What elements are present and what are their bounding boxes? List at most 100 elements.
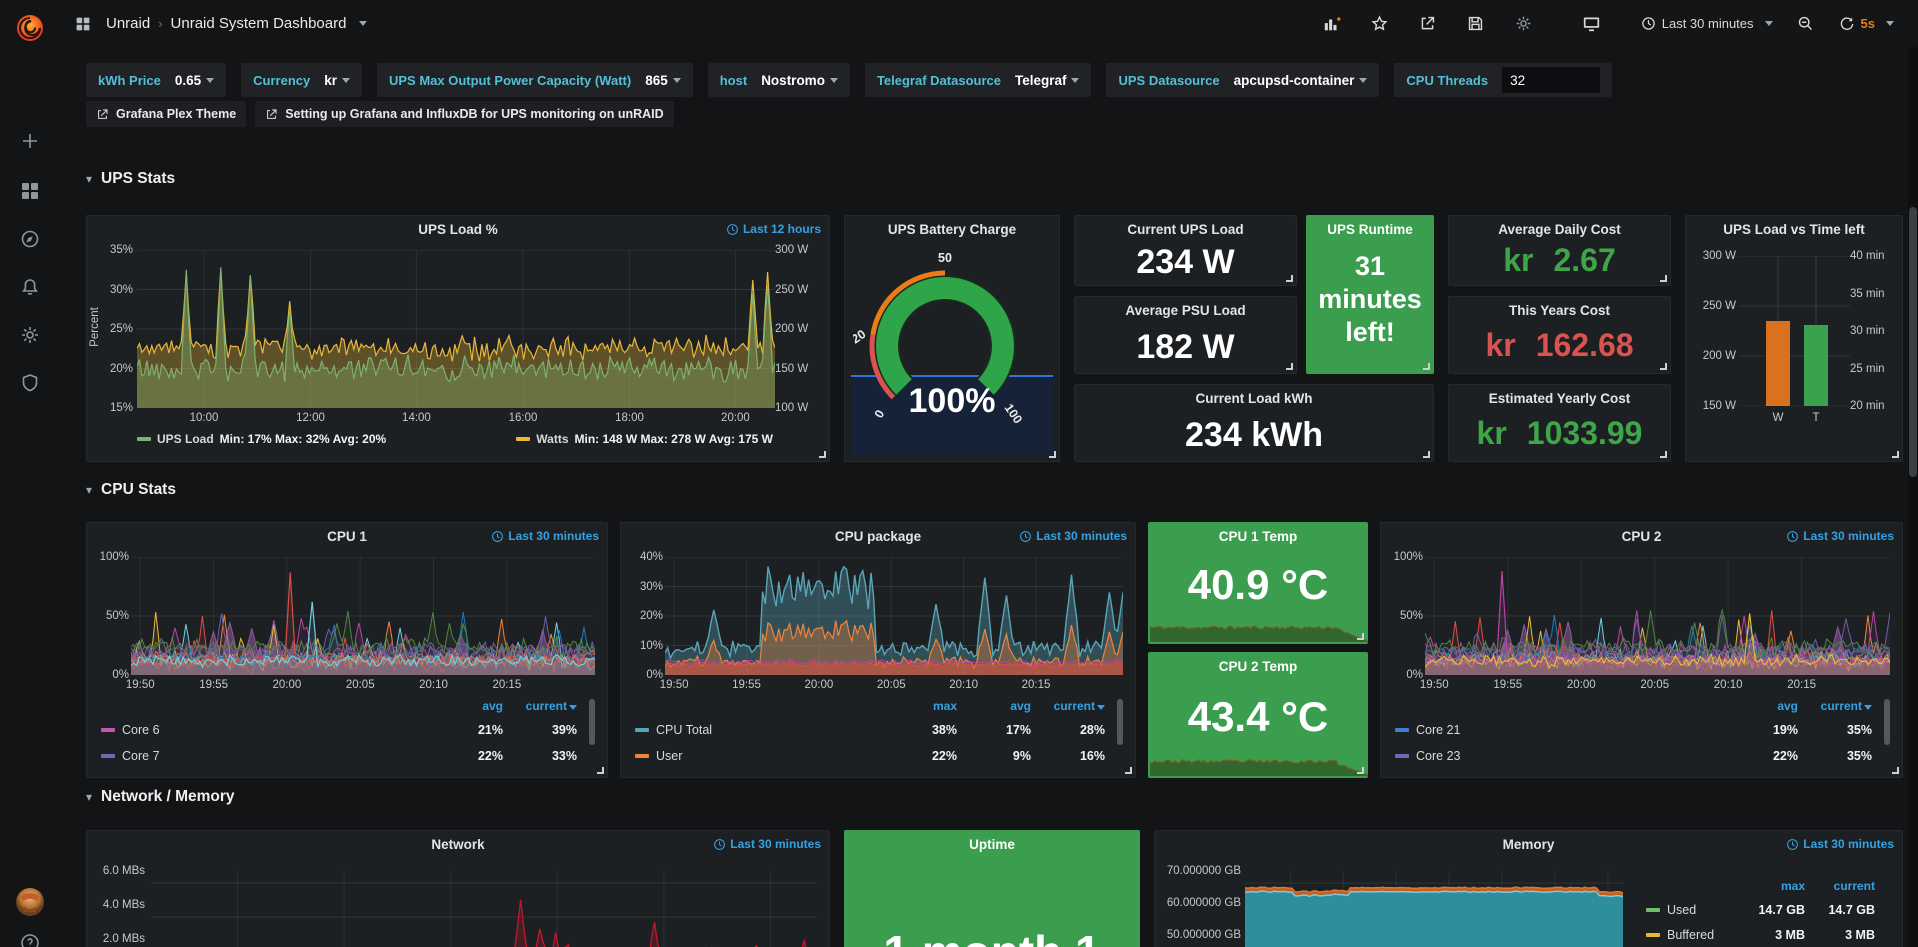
variable-value-dropdown[interactable]: Nostromo	[761, 73, 838, 88]
temp-sparkline	[1150, 748, 1368, 776]
y-tick: 70.000000 GB	[1167, 864, 1241, 878]
y-tick: 200 W	[775, 322, 808, 336]
x-tick: 20:05	[346, 679, 375, 691]
legend-series-name[interactable]: UPS Load	[157, 432, 214, 446]
resize-handle[interactable]	[1286, 275, 1293, 282]
legend-column-current[interactable]: current	[1054, 699, 1105, 713]
legend-series-core-7[interactable]: Core 7	[101, 749, 160, 763]
legend-series-used[interactable]: Used	[1646, 903, 1696, 917]
legend-series-core-21[interactable]: Core 21	[1395, 723, 1460, 737]
refresh-button[interactable]: 5s	[1833, 9, 1900, 39]
resize-handle[interactable]	[1892, 451, 1899, 458]
page-scrollbar[interactable]	[1908, 47, 1918, 947]
dashboards-icon[interactable]	[15, 176, 45, 206]
y-tick: 30%	[110, 283, 133, 297]
legend-column-current[interactable]: current	[526, 699, 577, 713]
panel-time-range[interactable]: Last 12 hours	[726, 222, 821, 236]
y-tick: 250 W	[775, 283, 808, 297]
share-button[interactable]	[1407, 9, 1449, 39]
resize-handle[interactable]	[1423, 451, 1430, 458]
scrollbar-thumb[interactable]	[1909, 207, 1917, 477]
add-icon[interactable]	[15, 126, 45, 156]
configuration-gear-icon[interactable]	[15, 320, 45, 350]
panel-network: Network Last 30 minutes 6.0 MBs4.0 MBs2.…	[86, 830, 830, 947]
alerting-bell-icon[interactable]	[15, 272, 45, 302]
panel-time-range[interactable]: Last 30 minutes	[1019, 529, 1127, 543]
stat-value: 31 minutes left!	[1307, 250, 1433, 349]
star-button[interactable]	[1359, 9, 1401, 39]
variable-input-cpu-threads[interactable]	[1502, 67, 1600, 93]
dashboard-link-setting-up-grafana-and-influxdb-for-ups-monitoring-on-unraid[interactable]: Setting up Grafana and InfluxDB for UPS …	[255, 101, 673, 127]
help-icon[interactable]	[15, 928, 45, 947]
resize-handle[interactable]	[1357, 767, 1364, 774]
legend-series-core-6[interactable]: Core 6	[101, 723, 160, 737]
dashboard-link-grafana-plex-theme[interactable]: Grafana Plex Theme	[86, 101, 246, 127]
grafana-logo-icon[interactable]	[11, 9, 49, 47]
save-button[interactable]	[1455, 9, 1497, 39]
legend-column-max[interactable]: max	[933, 699, 957, 713]
y-tick: 40%	[640, 550, 663, 564]
y-tick: 100%	[1394, 550, 1423, 564]
legend-series-stats: Min: 148 W Max: 278 W Avg: 175 W	[575, 432, 774, 446]
resize-handle[interactable]	[819, 451, 826, 458]
legend-scrollbar-thumb[interactable]	[1884, 699, 1890, 745]
legend-series-buffered[interactable]: Buffered	[1646, 928, 1714, 942]
time-range-picker[interactable]: Last 30 minutes	[1635, 9, 1779, 39]
legend-column-avg[interactable]: avg	[1010, 699, 1031, 713]
temp-sparkline	[1150, 614, 1368, 642]
legend-series-core-23[interactable]: Core 23	[1395, 749, 1460, 763]
variable-value-dropdown[interactable]: Telegraf	[1015, 73, 1080, 88]
legend-scrollbar-thumb[interactable]	[1117, 699, 1123, 745]
resize-handle[interactable]	[1660, 363, 1667, 370]
x-tick: 19:55	[199, 679, 228, 691]
legend-column-avg[interactable]: avg	[482, 699, 503, 713]
variable-value-dropdown[interactable]: 865	[645, 73, 681, 88]
resize-handle[interactable]	[597, 767, 604, 774]
resize-handle[interactable]	[1423, 363, 1430, 370]
legend-scrollbar-thumb[interactable]	[589, 699, 595, 745]
user-avatar[interactable]	[13, 885, 47, 919]
zoom-out-button[interactable]	[1785, 9, 1827, 39]
legend-column-max[interactable]: max	[1781, 879, 1805, 893]
resize-handle[interactable]	[1125, 767, 1132, 774]
resize-handle[interactable]	[1660, 275, 1667, 282]
panel-time-range[interactable]: Last 30 minutes	[1786, 837, 1894, 851]
legend-column-current[interactable]: current	[1821, 699, 1872, 713]
breadcrumb-folder[interactable]: Unraid	[106, 15, 150, 32]
legend-column-avg[interactable]: avg	[1777, 699, 1798, 713]
title-caret-icon[interactable]	[359, 21, 367, 26]
panel-time-range[interactable]: Last 30 minutes	[713, 837, 821, 851]
server-admin-shield-icon[interactable]	[15, 368, 45, 398]
section-ups-stats[interactable]: ▾UPS Stats	[86, 170, 175, 188]
variable-value-dropdown[interactable]: kr	[324, 73, 350, 88]
section-network-memory[interactable]: ▾Network / Memory	[86, 788, 235, 806]
x-tick: 19:50	[660, 679, 689, 691]
legend-series-cpu-total[interactable]: CPU Total	[635, 723, 712, 737]
dashboard-links-row: Grafana Plex Theme Setting up Grafana and…	[86, 101, 674, 127]
variable-value-dropdown[interactable]: 0.65	[175, 73, 214, 88]
add-panel-button[interactable]	[1311, 9, 1353, 39]
caret-down-icon	[1359, 78, 1367, 83]
resize-handle[interactable]	[1049, 451, 1056, 458]
settings-gear-button[interactable]	[1503, 9, 1545, 39]
resize-handle[interactable]	[1357, 633, 1364, 640]
resize-handle[interactable]	[1660, 451, 1667, 458]
cycle-view-monitor-button[interactable]	[1571, 9, 1613, 39]
explore-compass-icon[interactable]	[15, 224, 45, 254]
panel-time-range[interactable]: Last 30 minutes	[1786, 529, 1894, 543]
legend-series-name[interactable]: Watts	[536, 432, 568, 446]
variable-value-dropdown[interactable]: apcupsd-container	[1234, 73, 1368, 88]
y-tick: 300 W	[1703, 249, 1736, 263]
panel-estimated-yearly-cost: Estimated Yearly Cost kr1033.99	[1448, 384, 1671, 462]
section-cpu-stats[interactable]: ▾CPU Stats	[86, 481, 176, 499]
dashboard-grid-icon[interactable]	[68, 9, 98, 39]
resize-handle[interactable]	[1286, 363, 1293, 370]
legend-column-current[interactable]: current	[1834, 879, 1875, 893]
resize-handle[interactable]	[1892, 767, 1899, 774]
panel-time-range[interactable]: Last 30 minutes	[491, 529, 599, 543]
legend-series-user[interactable]: User	[635, 749, 682, 763]
legend-value: 39%	[552, 723, 577, 737]
breadcrumb-title[interactable]: Unraid System Dashboard	[171, 15, 347, 32]
x-axis: 10:0012:0014:0016:0018:0020:00	[137, 412, 775, 426]
stat-value: 234 kWh	[1075, 416, 1433, 455]
